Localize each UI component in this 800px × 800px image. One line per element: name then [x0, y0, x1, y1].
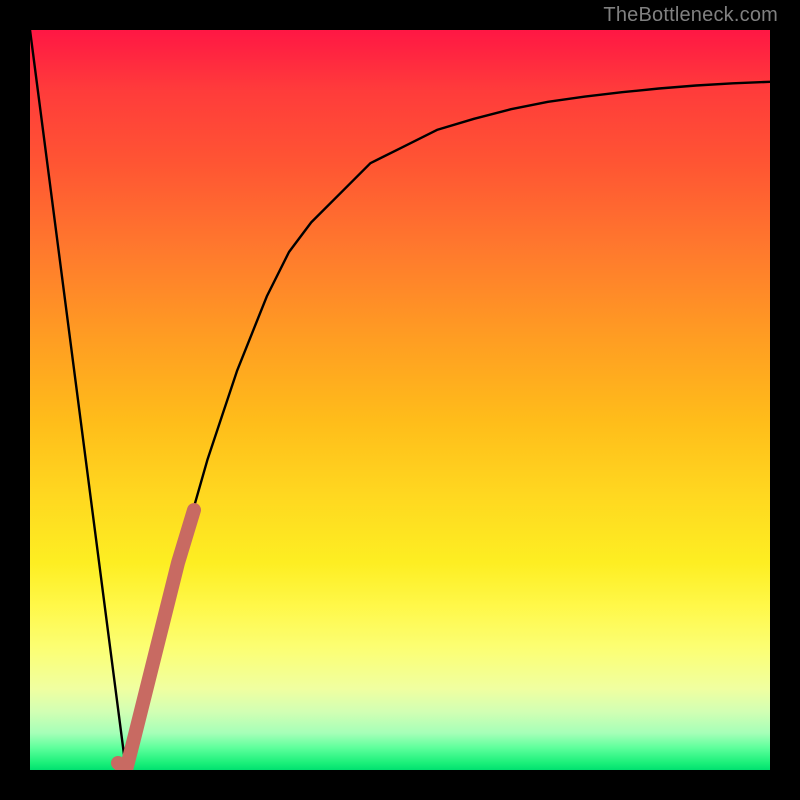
- plot-area: [30, 30, 770, 770]
- bottleneck-curve: [30, 30, 770, 770]
- attribution-text: TheBottleneck.com: [603, 4, 778, 27]
- chart-svg: [30, 30, 770, 770]
- highlight-segment: [118, 510, 194, 770]
- chart-frame: TheBottleneck.com: [0, 0, 800, 800]
